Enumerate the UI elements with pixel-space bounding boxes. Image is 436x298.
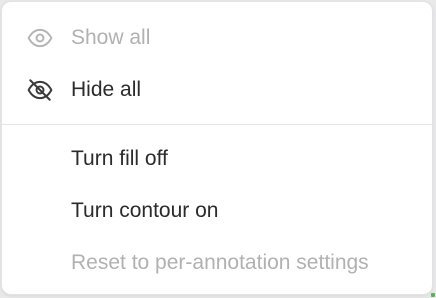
menu-item-label: Show all xyxy=(71,26,151,49)
background-edge xyxy=(431,293,435,297)
annotation-visibility-menu: Show all Hide all Turn fill off Turn con… xyxy=(1,1,433,295)
menu-item-turn-fill-off[interactable]: Turn fill off xyxy=(2,133,432,185)
menu-item-show-all[interactable]: Show all xyxy=(2,12,432,64)
eye-icon xyxy=(26,24,54,52)
menu-item-label: Turn contour on xyxy=(71,199,219,222)
menu-divider xyxy=(2,124,432,125)
menu-item-label: Hide all xyxy=(71,78,142,101)
menu-item-label: Reset to per-annotation settings xyxy=(71,251,369,274)
menu-item-turn-contour-on[interactable]: Turn contour on xyxy=(2,185,432,237)
menu-item-label: Turn fill off xyxy=(71,147,168,170)
eye-off-icon xyxy=(26,76,54,104)
menu-item-hide-all[interactable]: Hide all xyxy=(2,64,432,116)
menu-item-reset-settings[interactable]: Reset to per-annotation settings xyxy=(2,237,432,289)
